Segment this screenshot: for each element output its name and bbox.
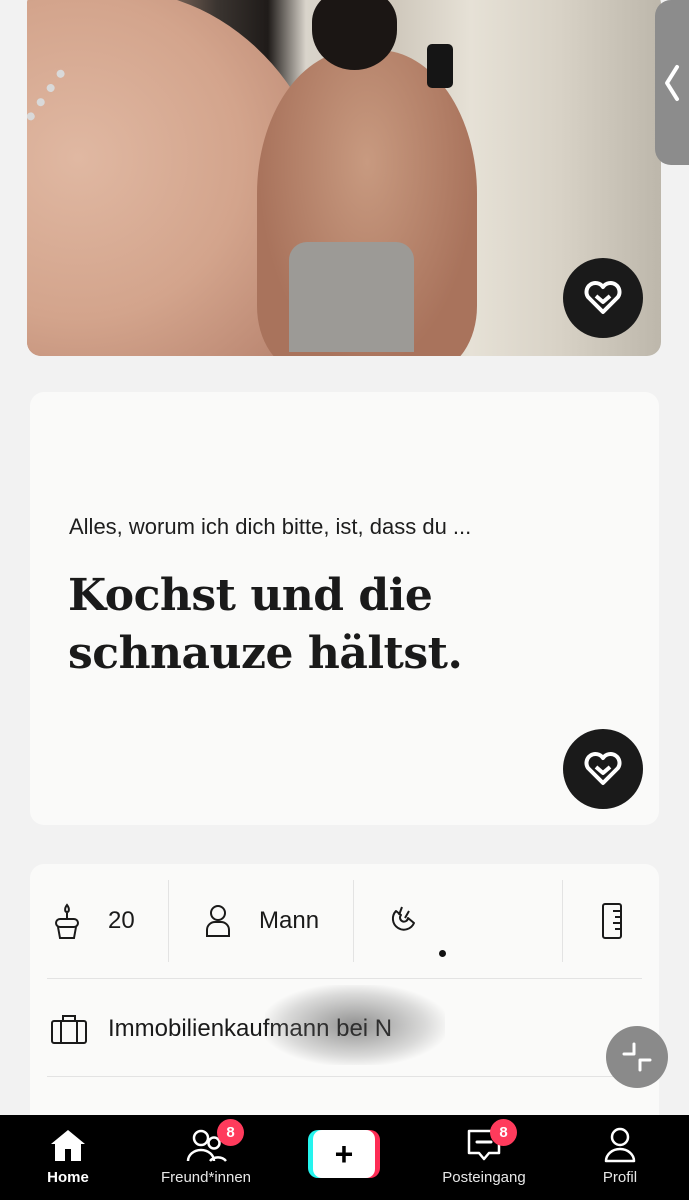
briefcase-icon — [51, 1015, 87, 1044]
tab-home-label: Home — [47, 1169, 89, 1186]
prompt-question: Alles, worum ich dich bitte, ist, dass d… — [69, 514, 472, 539]
chevron-left-icon — [665, 64, 679, 101]
inbox-badge: 8 — [490, 1119, 517, 1146]
gender-cell: Mann — [169, 880, 353, 962]
info-row-vitals: 20 Mann — [30, 880, 659, 962]
photo-phone — [427, 44, 453, 88]
magnet-icon — [391, 906, 415, 931]
friends-badge: 8 — [217, 1119, 244, 1146]
prompt-answer: Kochst und die schnauze hältst. — [68, 570, 463, 679]
prompt-like-button[interactable] — [563, 729, 643, 809]
tab-profile[interactable]: Profil — [590, 1115, 650, 1200]
tab-inbox[interactable]: Posteingang 8 — [428, 1115, 540, 1200]
height-cell — [563, 880, 653, 962]
tab-home[interactable]: Home — [30, 1115, 106, 1200]
birthday-cake-icon — [55, 903, 79, 939]
profile-icon — [604, 1127, 636, 1163]
gender-value: Mann — [259, 907, 320, 934]
ruler-icon — [602, 903, 622, 939]
profile-photo[interactable] — [27, 0, 661, 356]
collapse-icon — [622, 1042, 652, 1072]
collapse-button[interactable] — [606, 1026, 668, 1088]
side-panel-handle[interactable] — [655, 0, 689, 165]
divider — [47, 978, 642, 979]
create-button[interactable]: + — [308, 1130, 380, 1178]
scroll-overlay — [265, 985, 445, 1065]
magnet-cell — [354, 880, 562, 962]
heart-icon — [584, 281, 622, 314]
bottom-tab-bar: Home Freund*innen 8 + Posteingang 8 Prof… — [0, 1115, 689, 1200]
photo-towel — [289, 242, 414, 352]
tab-inbox-label: Posteingang — [442, 1169, 526, 1186]
tab-friends-label: Freund*innen — [160, 1169, 252, 1186]
tab-friends[interactable]: Freund*innen 8 — [145, 1115, 267, 1200]
heart-icon — [584, 752, 622, 785]
home-icon — [51, 1130, 85, 1161]
divider — [47, 1076, 642, 1077]
indicator-dot — [439, 950, 446, 957]
age-cell: 20 — [30, 880, 168, 962]
age-value: 20 — [108, 907, 135, 934]
plus-icon: + — [313, 1130, 375, 1178]
tab-profile-label: Profil — [602, 1169, 638, 1186]
person-icon — [206, 905, 230, 937]
prompt-card: Alles, worum ich dich bitte, ist, dass d… — [30, 392, 659, 825]
photo-like-button[interactable] — [563, 258, 643, 338]
